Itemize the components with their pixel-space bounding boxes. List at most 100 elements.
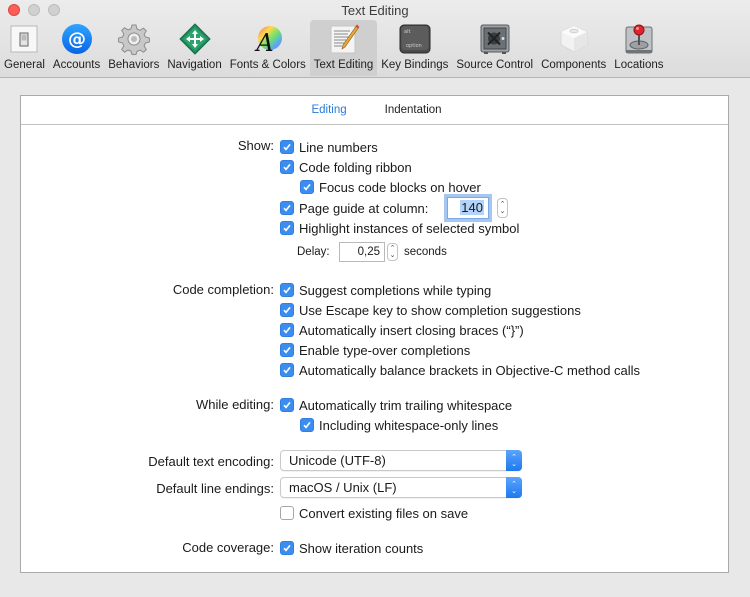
whitespace-only-lines-checkbox[interactable] — [300, 418, 314, 432]
vault-icon — [479, 23, 511, 55]
text-encoding-value: Unicode (UTF-8) — [289, 453, 386, 468]
iteration-counts-checkbox[interactable] — [280, 541, 294, 555]
focus-code-blocks-checkbox[interactable] — [300, 180, 314, 194]
trim-whitespace-option[interactable]: Automatically trim trailing whitespace — [280, 395, 512, 415]
delay-label: Delay: — [297, 246, 330, 258]
line-numbers-checkbox[interactable] — [280, 140, 294, 154]
show-label: Show: — [237, 138, 274, 153]
gear-icon — [117, 23, 150, 55]
checkmark-icon — [283, 143, 291, 151]
tab-editing[interactable]: Editing — [311, 104, 346, 116]
code-completion-label: Code completion: — [172, 282, 274, 297]
page-guide-option[interactable]: Page guide at column: — [280, 198, 428, 218]
checkmark-icon — [283, 366, 291, 374]
toolbar-item-key-bindings[interactable]: alt option Key Bindings — [377, 20, 452, 76]
popup-arrows-icon: ⌃ ⌄ — [506, 450, 522, 471]
code-completion-option[interactable]: Enable type-over completions — [280, 340, 470, 360]
text-encoding-label: Default text encoding: — [148, 454, 274, 469]
preferences-window: Text Editing General @ Accounts Behavior… — [0, 0, 750, 597]
page-guide-column-value: 140 — [460, 200, 484, 215]
toolbar-label: Components — [541, 59, 607, 71]
toolbar-label: Behaviors — [108, 59, 160, 71]
code-completion-option[interactable]: Automatically insert closing braces (“}”… — [280, 320, 524, 340]
highlight-instances-option[interactable]: Highlight instances of selected symbol — [280, 218, 519, 238]
stepper-up-icon: ⌃ — [499, 201, 506, 208]
stepper-up-icon: ⌃ — [389, 245, 396, 252]
highlight-instances-label: Highlight instances of selected symbol — [299, 220, 520, 236]
trim-whitespace-checkbox[interactable] — [280, 398, 294, 412]
toolbar-label: Accounts — [52, 59, 101, 71]
svg-text:A: A — [254, 29, 273, 55]
suggest-completions-checkbox[interactable] — [280, 283, 294, 297]
code-folding-checkbox[interactable] — [280, 160, 294, 174]
toolbar-item-general[interactable]: General — [0, 20, 49, 76]
tab-indentation[interactable]: Indentation — [385, 104, 442, 116]
checkmark-icon — [283, 163, 291, 171]
escape-key-label: Use Escape key to show completion sugges… — [299, 302, 581, 318]
page-guide-stepper[interactable]: ⌃ ⌄ — [497, 198, 508, 218]
balance-brackets-checkbox[interactable] — [280, 363, 294, 377]
iteration-counts-option[interactable]: Show iteration counts — [280, 538, 423, 558]
whitespace-only-lines-option[interactable]: Including whitespace-only lines — [300, 415, 498, 435]
font-color-wheel-icon: A — [252, 23, 284, 55]
type-over-checkbox[interactable] — [280, 343, 294, 357]
svg-text:option: option — [406, 43, 422, 49]
tab-bar: Editing Indentation — [21, 96, 728, 125]
joystick-drive-icon — [623, 23, 655, 55]
line-endings-label: Default line endings: — [156, 481, 274, 496]
checkmark-icon — [283, 544, 291, 552]
toolbar-label: Locations — [614, 59, 664, 71]
highlight-instances-checkbox[interactable] — [280, 221, 294, 235]
line-endings-value: macOS / Unix (LF) — [289, 480, 397, 495]
toolbar-item-locations[interactable]: Locations — [610, 20, 667, 76]
escape-key-checkbox[interactable] — [280, 303, 294, 317]
code-completion-option[interactable]: Use Escape key to show completion sugges… — [280, 300, 581, 320]
checkmark-icon — [283, 224, 291, 232]
line-numbers-option[interactable]: Line numbers — [280, 137, 378, 157]
code-folding-option[interactable]: Code folding ribbon — [280, 157, 412, 177]
while-editing-label: While editing: — [195, 397, 274, 412]
toolbar-item-behaviors[interactable]: Behaviors — [104, 20, 163, 76]
toolbar-label: Navigation — [167, 59, 222, 71]
checkmark-icon — [283, 401, 291, 409]
general-switch-icon — [8, 23, 40, 55]
checkmark-icon — [283, 306, 291, 314]
stepper-down-icon: ⌄ — [389, 252, 396, 259]
code-coverage-label: Code coverage: — [182, 540, 274, 555]
closing-braces-label: Automatically insert closing braces (“}”… — [299, 322, 524, 338]
preferences-toolbar: General @ Accounts Behaviors Navigation … — [0, 20, 668, 76]
balance-brackets-label: Automatically balance brackets in Object… — [299, 362, 641, 378]
toolbar-label: Source Control — [456, 59, 534, 71]
title-bar: Text Editing General @ Accounts Behavior… — [0, 0, 750, 78]
checkmark-icon — [303, 421, 311, 429]
code-completion-option[interactable]: Automatically balance brackets in Object… — [280, 360, 640, 380]
line-endings-popup[interactable]: macOS / Unix (LF) ⌃ ⌄ — [280, 477, 522, 498]
text-encoding-popup[interactable]: Unicode (UTF-8) ⌃ ⌄ — [280, 450, 522, 471]
checkmark-icon — [283, 346, 291, 354]
page-guide-checkbox[interactable] — [280, 201, 294, 215]
option-key-icon: alt option — [399, 23, 431, 55]
focus-code-blocks-option[interactable]: Focus code blocks on hover — [300, 177, 481, 197]
checkmark-icon — [283, 204, 291, 212]
toolbar-item-source-control[interactable]: Source Control — [452, 20, 537, 76]
toolbar-item-accounts[interactable]: @ Accounts — [49, 20, 104, 76]
delay-field[interactable]: 0,25 — [339, 242, 385, 262]
code-completion-option[interactable]: Suggest completions while typing — [280, 280, 491, 300]
delay-unit-label: seconds — [404, 246, 447, 258]
closing-braces-checkbox[interactable] — [280, 323, 294, 337]
document-pencil-icon — [328, 23, 360, 55]
convert-files-option[interactable]: Convert existing files on save — [280, 503, 468, 523]
page-guide-column-field[interactable]: 140 — [447, 197, 489, 219]
iteration-counts-label: Show iteration counts — [299, 540, 424, 556]
toolbar-label: Fonts & Colors — [229, 59, 306, 71]
convert-files-checkbox[interactable] — [280, 506, 294, 520]
whitespace-only-lines-label: Including whitespace-only lines — [319, 417, 499, 433]
delay-stepper[interactable]: ⌃ ⌄ — [387, 243, 398, 261]
toolbar-item-components[interactable]: Components — [537, 20, 610, 76]
toolbar-item-fonts-colors[interactable]: A Fonts & Colors — [226, 20, 310, 76]
page-guide-label: Page guide at column: — [299, 200, 429, 216]
at-sign-icon: @ — [61, 23, 93, 55]
cube-icon — [558, 23, 590, 55]
toolbar-item-text-editing[interactable]: Text Editing — [309, 20, 378, 76]
toolbar-item-navigation[interactable]: Navigation — [163, 20, 225, 76]
